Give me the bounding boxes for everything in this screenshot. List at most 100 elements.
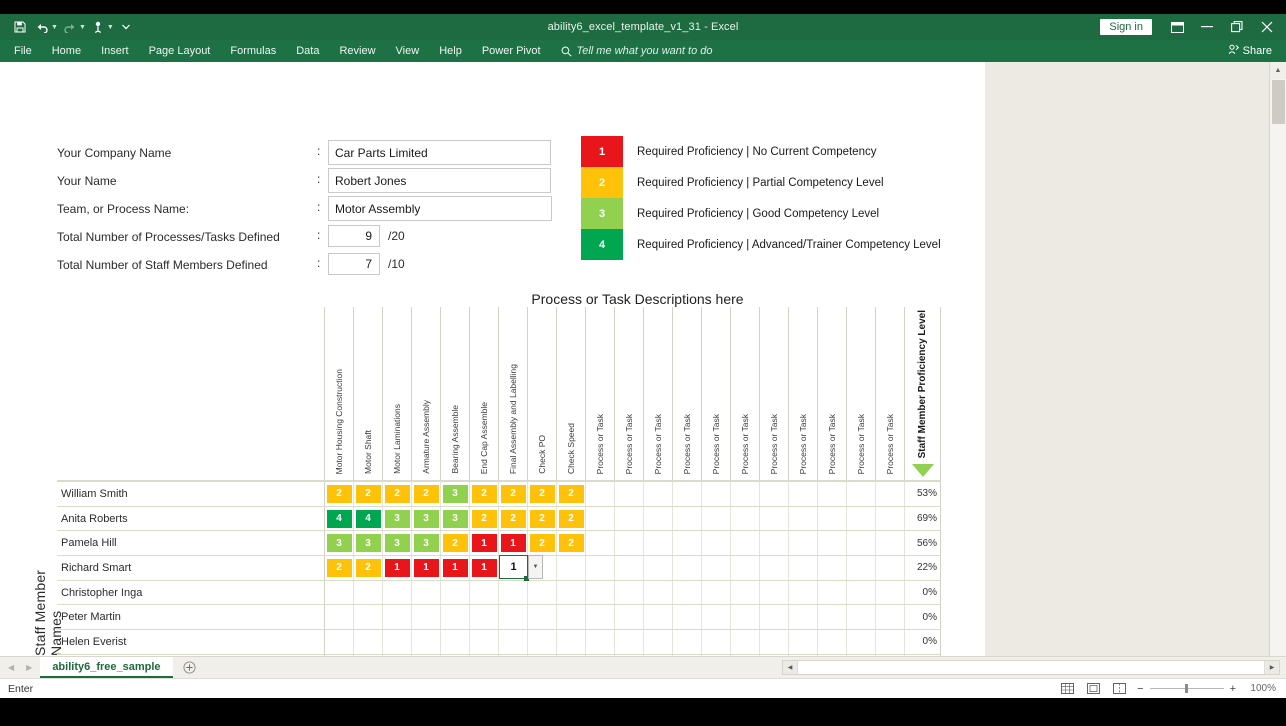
competency-cell[interactable]: 3 [412, 531, 441, 556]
company-name-input[interactable]: Car Parts Limited [328, 140, 551, 165]
competency-cell[interactable]: 2 [354, 482, 383, 506]
competency-cell[interactable] [847, 630, 876, 654]
matrix-column-header[interactable]: Process or Task [586, 307, 615, 480]
competency-cell[interactable] [673, 630, 702, 654]
vertical-scrollbar[interactable]: ▲ [1269, 62, 1286, 656]
competency-cell[interactable] [818, 556, 847, 580]
competency-cell[interactable]: 3 [325, 531, 354, 556]
competency-cell[interactable] [615, 580, 644, 605]
competency-cell[interactable] [644, 580, 673, 605]
scroll-right-arrow-icon[interactable]: ▶ [1265, 661, 1279, 674]
competency-cell[interactable] [528, 580, 557, 605]
competency-cell[interactable] [760, 556, 789, 580]
competency-cell[interactable] [818, 630, 847, 654]
competency-cell[interactable] [644, 605, 673, 630]
competency-cell[interactable] [644, 556, 673, 580]
competency-cell[interactable] [731, 630, 760, 654]
ribbon-tab-view[interactable]: View [386, 40, 430, 62]
staff-member-name-cell[interactable]: Anita Roberts [57, 506, 325, 531]
competency-cell[interactable] [789, 531, 818, 556]
competency-cell[interactable]: 3 [383, 506, 412, 531]
matrix-column-header[interactable]: Armature Assembly [412, 307, 441, 480]
data-validation-dropdown-icon[interactable]: ▼ [528, 555, 543, 580]
matrix-column-header[interactable]: Process or Task [876, 307, 905, 480]
competency-cell[interactable]: 2 [557, 531, 586, 556]
competency-cell[interactable] [586, 605, 615, 630]
competency-cell[interactable]: 2 [557, 482, 586, 506]
matrix-column-header[interactable]: Process or Task [760, 307, 789, 480]
staff-member-name-cell[interactable]: Peter Martin [57, 605, 325, 630]
matrix-column-header[interactable]: Bearing Assemble [441, 307, 470, 480]
competency-cell[interactable]: 4 [354, 506, 383, 531]
page-layout-view-icon[interactable] [1085, 682, 1101, 696]
close-icon[interactable] [1252, 15, 1282, 39]
zoom-slider[interactable]: − + [1137, 683, 1236, 695]
horizontal-scroll-thumb[interactable] [797, 661, 1265, 674]
competency-cell[interactable]: 2 [354, 556, 383, 580]
competency-cell[interactable]: 3 [383, 531, 412, 556]
ribbon-tab-insert[interactable]: Insert [91, 40, 139, 62]
add-sheet-button[interactable] [173, 657, 207, 678]
competency-cell[interactable]: 2 [528, 506, 557, 531]
competency-cell[interactable] [586, 531, 615, 556]
competency-cell[interactable] [644, 506, 673, 531]
competency-cell[interactable] [847, 482, 876, 506]
matrix-column-header[interactable]: Process or Task [818, 307, 847, 480]
competency-cell[interactable] [383, 630, 412, 654]
competency-cell[interactable] [412, 605, 441, 630]
competency-cell[interactable]: 1 [499, 531, 528, 556]
normal-view-icon[interactable] [1059, 682, 1075, 696]
staff-member-name-cell[interactable]: William Smith [57, 482, 325, 506]
selected-cell[interactable]: 1 [499, 555, 529, 581]
ribbon-tab-formulas[interactable]: Formulas [220, 40, 286, 62]
scroll-up-arrow-icon[interactable]: ▲ [1269, 62, 1286, 79]
competency-cell[interactable] [818, 580, 847, 605]
competency-cell[interactable] [760, 630, 789, 654]
matrix-column-header[interactable]: Process or Task [789, 307, 818, 480]
your-name-input[interactable]: Robert Jones [328, 168, 551, 193]
ribbon-tab-data[interactable]: Data [286, 40, 329, 62]
competency-cell[interactable] [731, 556, 760, 580]
competency-cell[interactable] [847, 556, 876, 580]
competency-cell[interactable] [702, 630, 731, 654]
competency-cell[interactable] [789, 482, 818, 506]
competency-cell[interactable]: 2 [470, 506, 499, 531]
competency-cell[interactable] [441, 580, 470, 605]
competency-cell[interactable] [673, 580, 702, 605]
competency-cell[interactable] [615, 506, 644, 531]
competency-cell[interactable] [499, 580, 528, 605]
competency-cell[interactable]: 3 [412, 506, 441, 531]
competency-cell[interactable] [876, 506, 905, 531]
competency-cell[interactable] [586, 506, 615, 531]
save-icon[interactable] [10, 17, 30, 37]
competency-cell[interactable] [586, 482, 615, 506]
competency-cell[interactable] [818, 605, 847, 630]
competency-cell[interactable] [586, 556, 615, 580]
competency-cell[interactable]: 1 ▼ [499, 555, 543, 581]
competency-cell[interactable] [731, 580, 760, 605]
competency-cell[interactable] [615, 605, 644, 630]
customize-quick-access-icon[interactable] [116, 17, 136, 37]
matrix-column-header[interactable]: Process or Task [702, 307, 731, 480]
competency-cell[interactable] [731, 531, 760, 556]
competency-cell[interactable] [325, 580, 354, 605]
staff-member-name-cell[interactable]: Richard Smart [57, 556, 325, 580]
competency-cell[interactable] [557, 605, 586, 630]
competency-cell[interactable]: 2 [412, 482, 441, 506]
matrix-column-header[interactable]: Motor Housing Construction [325, 307, 354, 480]
competency-cell[interactable] [354, 605, 383, 630]
competency-cell[interactable] [702, 605, 731, 630]
competency-cell[interactable]: 1 [412, 556, 441, 580]
matrix-column-header[interactable]: Process or Task [731, 307, 760, 480]
competency-cell[interactable] [383, 580, 412, 605]
staff-member-name-cell[interactable]: Christopher Inga [57, 580, 325, 605]
competency-cell[interactable] [557, 556, 586, 580]
competency-cell[interactable] [760, 605, 789, 630]
competency-cell[interactable] [615, 531, 644, 556]
competency-cell[interactable]: 2 [325, 556, 354, 580]
competency-cell[interactable] [760, 482, 789, 506]
competency-cell[interactable] [731, 605, 760, 630]
competency-cell[interactable] [702, 531, 731, 556]
competency-cell[interactable] [847, 506, 876, 531]
touch-mode-icon[interactable] [88, 17, 108, 37]
